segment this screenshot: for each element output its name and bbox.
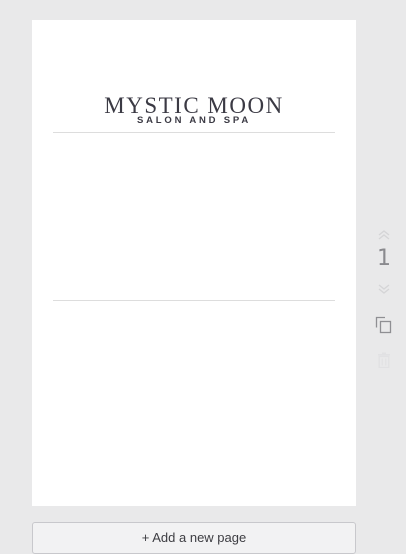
chevron-down-icon <box>378 284 390 294</box>
duplicate-page-button[interactable] <box>370 316 398 339</box>
chevron-up-icon <box>378 230 390 240</box>
design-page[interactable]: MYSTIC MOON SALON AND SPA <box>32 20 356 506</box>
delete-page-button[interactable] <box>370 352 398 373</box>
trash-icon <box>378 352 390 369</box>
bottom-divider <box>53 300 335 301</box>
logo-subtitle: SALON AND SPA <box>137 115 251 126</box>
top-divider <box>53 132 335 133</box>
add-page-button[interactable]: + Add a new page <box>32 522 356 554</box>
page-number: 1 <box>377 246 391 271</box>
duplicate-icon <box>375 316 392 334</box>
move-page-down-button[interactable] <box>370 282 398 301</box>
move-page-up-button[interactable] <box>370 228 398 247</box>
